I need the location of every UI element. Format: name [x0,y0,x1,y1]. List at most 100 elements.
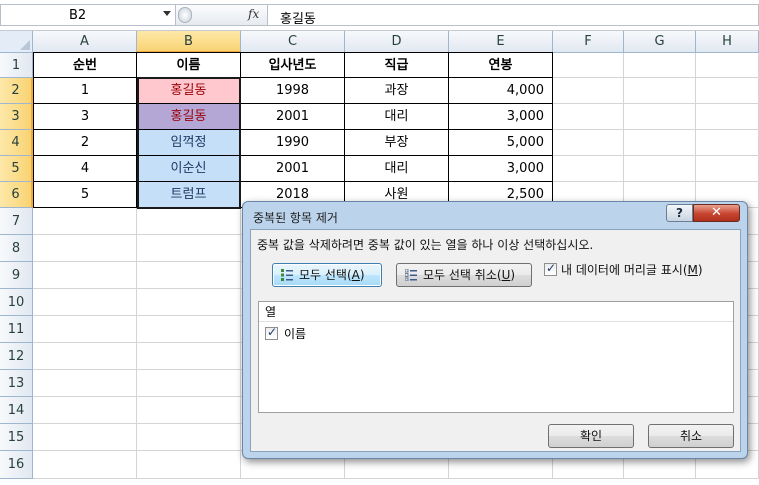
columns-listbox[interactable]: 열 이름 [258,301,734,413]
empty-cell[interactable] [624,130,696,156]
empty-cell[interactable] [137,397,241,424]
empty-cell[interactable] [33,397,137,424]
empty-cell[interactable] [553,104,624,130]
cancel-button[interactable]: 취소 [648,424,734,448]
table-cell[interactable]: 5 [33,182,137,208]
select-all-corner[interactable] [0,31,33,53]
empty-cell[interactable] [33,343,137,370]
table-cell[interactable]: 5,000 [449,130,553,156]
empty-cell[interactable] [696,78,759,104]
empty-cell[interactable] [553,156,624,182]
table-cell[interactable]: 2001 [241,104,345,130]
row-header-11[interactable]: 11 [0,316,33,343]
table-cell[interactable]: 대리 [345,156,449,182]
empty-cell[interactable] [33,235,137,262]
row-header-4[interactable]: 4 [0,130,33,156]
column-header-c[interactable]: C [241,31,345,53]
empty-cell[interactable] [624,78,696,104]
row-header-1[interactable]: 1 [0,53,33,78]
row-header-12[interactable]: 12 [0,343,33,370]
column-checkbox-name[interactable] [265,325,278,340]
table-cell[interactable]: 2 [33,130,137,156]
row-header-10[interactable]: 10 [0,289,33,316]
table-cell[interactable]: 3,000 [449,156,553,182]
empty-cell[interactable] [33,262,137,289]
empty-cell[interactable] [137,208,241,235]
empty-cell[interactable] [624,156,696,182]
insert-function-icon[interactable]: fx [248,7,259,21]
row-header-5[interactable]: 5 [0,156,33,182]
header-row-checkbox-label[interactable]: 내 데이터에 머리글 표시(M) [561,261,703,278]
table-cell[interactable]: 부장 [345,130,449,156]
row-header-14[interactable]: 14 [0,397,33,424]
empty-cell[interactable] [624,104,696,130]
name-box[interactable]: B2 [0,4,176,26]
table-cell[interactable]: 3,000 [449,104,553,130]
table-cell[interactable]: 2001 [241,156,345,182]
help-button[interactable]: ? [666,204,693,222]
table-header-cell[interactable]: 입사년도 [241,53,345,78]
table-cell[interactable]: 1990 [241,130,345,156]
column-header-g[interactable]: G [624,31,696,53]
table-cell[interactable]: 대리 [345,104,449,130]
list-item[interactable]: 이름 [284,325,306,342]
empty-cell[interactable] [33,289,137,316]
empty-cell[interactable] [137,343,241,370]
header-row-checkbox[interactable] [544,261,557,276]
table-cell[interactable]: 임꺽정 [137,130,241,156]
table-cell[interactable]: 홍길동 [137,104,241,130]
empty-cell[interactable] [137,289,241,316]
empty-cell[interactable] [696,130,759,156]
empty-cell[interactable] [696,156,759,182]
column-header-h[interactable]: H [696,31,759,53]
table-cell[interactable]: 4 [33,156,137,182]
row-header-9[interactable]: 9 [0,262,33,289]
table-cell[interactable]: 4,000 [449,78,553,104]
empty-cell[interactable] [553,53,624,78]
table-cell[interactable]: 이순신 [137,156,241,182]
column-header-a[interactable]: A [33,31,137,53]
empty-cell[interactable] [696,104,759,130]
empty-cell[interactable] [137,235,241,262]
select-all-button[interactable]: 모두 선택(A) [272,263,382,287]
table-header-cell[interactable]: 연봉 [449,53,553,78]
row-header-2[interactable]: 2 [0,78,33,104]
empty-cell[interactable] [553,130,624,156]
column-header-f[interactable]: F [553,31,624,53]
empty-cell[interactable] [624,53,696,78]
formula-input[interactable]: 홍길동 [268,4,759,27]
empty-cell[interactable] [137,424,241,451]
empty-cell[interactable] [33,316,137,343]
row-header-15[interactable]: 15 [0,424,33,451]
table-cell[interactable]: 1 [33,78,137,104]
unselect-all-button[interactable]: 모두 선택 취소(U) [396,263,532,287]
row-header-16[interactable]: 16 [0,451,33,479]
empty-cell[interactable] [696,53,759,78]
chevron-down-icon[interactable] [163,11,171,16]
empty-cell[interactable] [33,370,137,397]
column-header-d[interactable]: D [345,31,449,53]
table-cell[interactable]: 3 [33,104,137,130]
close-button[interactable]: ✕ [693,204,740,222]
empty-cell[interactable] [553,78,624,104]
row-header-13[interactable]: 13 [0,370,33,397]
table-cell[interactable]: 과장 [345,78,449,104]
table-header-cell[interactable]: 순번 [33,53,137,78]
table-cell[interactable]: 트럼프 [137,182,241,208]
column-header-e[interactable]: E [449,31,553,53]
empty-cell[interactable] [137,370,241,397]
ok-button[interactable]: 확인 [548,424,634,448]
row-header-8[interactable]: 8 [0,235,33,262]
empty-cell[interactable] [137,262,241,289]
empty-cell[interactable] [33,451,137,479]
resize-handle[interactable] [178,7,192,23]
row-header-7[interactable]: 7 [0,208,33,235]
table-cell[interactable]: 1998 [241,78,345,104]
table-cell[interactable]: 홍길동 [137,78,241,104]
empty-cell[interactable] [33,424,137,451]
row-header-6[interactable]: 6 [0,182,33,208]
empty-cell[interactable] [137,316,241,343]
row-header-3[interactable]: 3 [0,104,33,130]
table-header-cell[interactable]: 이름 [137,53,241,78]
empty-cell[interactable] [33,208,137,235]
